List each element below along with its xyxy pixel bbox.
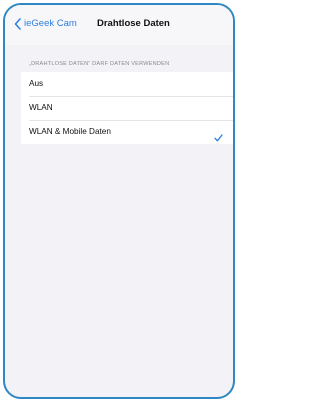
option-wlan[interactable]: WLAN [21, 96, 233, 120]
option-aus[interactable]: Aus [21, 72, 233, 96]
options-list: Aus WLAN WLAN & Mobile Daten [21, 72, 233, 144]
checkmark-icon [214, 128, 223, 152]
option-label: WLAN & Mobile Daten [29, 127, 111, 136]
chevron-left-icon [14, 18, 21, 30]
page-title: Drahtlose Daten [97, 18, 170, 29]
option-label: WLAN [29, 103, 53, 112]
navigation-bar: ieGeek Cam Drahtlose Daten [5, 5, 233, 45]
option-wlan-mobile-daten[interactable]: WLAN & Mobile Daten [21, 120, 233, 144]
back-button[interactable]: ieGeek Cam [14, 18, 77, 30]
back-button-label: ieGeek Cam [24, 18, 77, 29]
section-header: „DRAHTLOSE DATEN“ DARF DATEN VERWENDEN [29, 61, 170, 67]
option-label: Aus [29, 79, 44, 88]
device-frame: ieGeek Cam Drahtlose Daten „DRAHTLOSE DA… [3, 3, 235, 399]
